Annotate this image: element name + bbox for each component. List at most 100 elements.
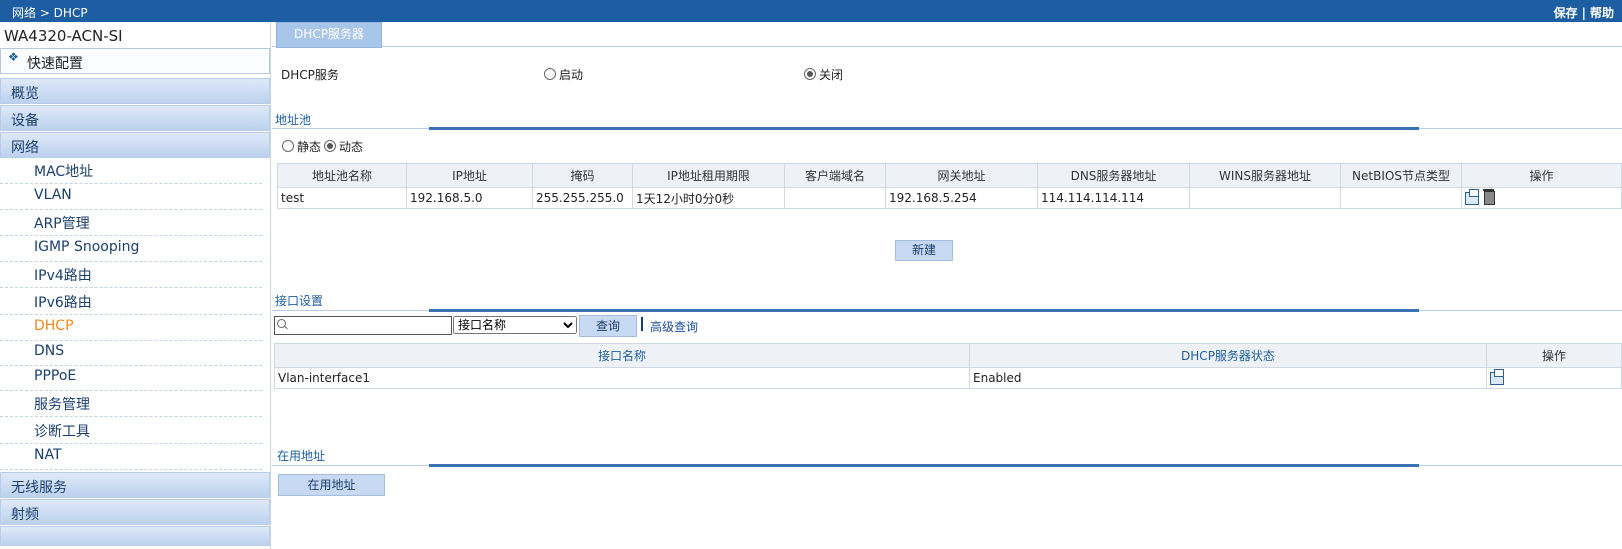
- pool-table-header: 地址池名称 IP地址 掩码 IP地址租用期限 客户端域名 网关地址 DNS服务器…: [277, 163, 1622, 188]
- sidebar-item-pppoe[interactable]: PPPoE: [0, 365, 262, 391]
- diamond-icon: ❖: [8, 50, 19, 64]
- quick-config-label: 快速配置: [27, 56, 83, 72]
- divider: [1419, 310, 1622, 311]
- sidebar-item-dns[interactable]: DNS: [0, 340, 262, 366]
- query-button[interactable]: 查询: [579, 315, 637, 337]
- save-link[interactable]: 保存: [1554, 6, 1578, 20]
- table-row: test 192.168.5.0 255.255.255.0 1天12小时0分0…: [277, 187, 1622, 209]
- col-header: IP地址: [406, 163, 533, 188]
- sidebar-section-radio[interactable]: 射频: [0, 499, 270, 525]
- cell: 192.168.5.254: [885, 187, 1038, 209]
- col-header: DHCP服务器状态: [969, 343, 1487, 368]
- section-label: 网络: [11, 140, 39, 156]
- quick-config-item[interactable]: ❖ 快速配置: [0, 48, 270, 74]
- cell: [1189, 187, 1341, 209]
- mode-static-option[interactable]: 静态: [282, 138, 321, 155]
- col-header: IP地址租用期限: [632, 163, 785, 188]
- radio-dynamic[interactable]: [324, 140, 336, 152]
- search-input[interactable]: [289, 317, 449, 332]
- sidebar: WA4320-ACN-SI ❖ 快速配置 概览 设备 网络 MAC地址 VLAN…: [0, 22, 271, 549]
- new-pool-button[interactable]: 新建: [895, 240, 953, 261]
- col-header: 操作: [1461, 163, 1622, 188]
- top-bar: 网络 > DHCP 保存 | 帮助: [0, 0, 1622, 22]
- tab-dhcp-server[interactable]: DHCP服务器: [276, 22, 382, 48]
- sidebar-item-service[interactable]: 服务管理: [0, 391, 262, 417]
- dhcp-service-label: DHCP服务: [281, 68, 339, 82]
- cell: Vlan-interface1: [274, 367, 970, 389]
- advanced-query-link[interactable]: 高级查询: [650, 318, 698, 335]
- sidebar-section-network[interactable]: 网络: [0, 132, 270, 158]
- col-header: 客户端域名: [784, 163, 886, 188]
- section-label: 概览: [11, 86, 39, 102]
- nav-label: 服务管理: [34, 397, 90, 413]
- search-box[interactable]: [274, 316, 452, 335]
- col-header: 操作: [1486, 343, 1622, 368]
- top-actions: 保存 | 帮助: [1553, 6, 1614, 20]
- sidebar-section-overview[interactable]: 概览: [0, 78, 270, 104]
- divider: [272, 465, 429, 466]
- filter-select[interactable]: 接口名称: [453, 316, 577, 334]
- cell: 114.114.114.114: [1037, 187, 1190, 209]
- pool-section-title: 地址池: [275, 113, 312, 127]
- sidebar-item-igmp[interactable]: IGMP Snooping: [0, 236, 262, 262]
- sidebar-item-vlan[interactable]: VLAN: [0, 184, 262, 210]
- radio-on-label: 启动: [559, 68, 584, 82]
- col-header: 网关地址: [885, 163, 1038, 188]
- iface-section-title: 接口设置: [275, 294, 324, 308]
- table-row: Vlan-interface1 Enabled: [274, 367, 1622, 389]
- device-name: WA4320-ACN-SI: [4, 27, 123, 45]
- actions-cell: [1461, 187, 1622, 209]
- dynamic-label: 动态: [339, 140, 364, 154]
- sidebar-item-arp[interactable]: ARP管理: [0, 210, 262, 236]
- sidebar-item-mac[interactable]: MAC地址: [0, 158, 262, 184]
- cell: 1天12小时0分0秒: [632, 187, 785, 209]
- nav-label: DNS: [34, 343, 65, 359]
- sidebar-item-diag[interactable]: 诊断工具: [0, 418, 262, 444]
- inuse-section-title: 在用地址: [277, 449, 326, 463]
- nav-label: IGMP Snooping: [34, 239, 140, 255]
- main-panel: DHCP服务器 DHCP服务 启动 关闭 地址池 静态 动态 地址池名称 IP地…: [272, 22, 1622, 549]
- static-label: 静态: [297, 140, 322, 154]
- help-link[interactable]: 帮助: [1590, 6, 1614, 20]
- sidebar-section-device[interactable]: 设备: [0, 105, 270, 131]
- inuse-address-button[interactable]: 在用地址: [278, 474, 385, 496]
- col-header: NetBIOS节点类型: [1340, 163, 1462, 188]
- radio-static[interactable]: [282, 140, 294, 152]
- nav-label: IPv6路由: [34, 295, 92, 311]
- nav-label: NAT: [34, 447, 62, 463]
- col-header: 地址池名称: [277, 163, 407, 188]
- divider: [1419, 128, 1622, 129]
- iface-table-header: 接口名称 DHCP服务器状态 操作: [274, 343, 1622, 368]
- col-header: DNS服务器地址: [1037, 163, 1190, 188]
- cell: 192.168.5.0: [406, 187, 533, 209]
- cell: [1340, 187, 1462, 209]
- sidebar-section-more[interactable]: [0, 526, 270, 546]
- divider: [1419, 465, 1622, 466]
- col-header: 掩码: [532, 163, 633, 188]
- divider: [641, 317, 643, 331]
- sidebar-item-dhcp[interactable]: DHCP: [0, 315, 262, 341]
- mode-dynamic-option[interactable]: 动态: [324, 138, 363, 155]
- dhcp-on-option[interactable]: 启动: [544, 66, 583, 83]
- radio-off[interactable]: [804, 68, 816, 80]
- sidebar-item-ipv6[interactable]: IPv6路由: [0, 289, 262, 315]
- actions-cell: [1486, 367, 1622, 389]
- edit-icon[interactable]: [1490, 369, 1504, 385]
- radio-on[interactable]: [544, 68, 556, 80]
- section-label: 设备: [11, 113, 39, 129]
- divider: [272, 310, 429, 311]
- cell: 255.255.255.0: [532, 187, 633, 209]
- divider: [429, 309, 1419, 312]
- nav-label: IPv4路由: [34, 268, 92, 284]
- nav-label: ARP管理: [34, 216, 90, 232]
- sidebar-item-nat[interactable]: NAT: [0, 444, 262, 470]
- col-header: 接口名称: [274, 343, 970, 368]
- col-header: WINS服务器地址: [1189, 163, 1341, 188]
- dhcp-off-option[interactable]: 关闭: [804, 66, 843, 83]
- sidebar-section-wireless[interactable]: 无线服务: [0, 472, 270, 498]
- edit-icon[interactable]: [1465, 188, 1479, 205]
- delete-icon[interactable]: [1483, 189, 1495, 206]
- sidebar-item-ipv4[interactable]: IPv4路由: [0, 262, 262, 288]
- section-label: 无线服务: [11, 480, 67, 496]
- pool-table: 地址池名称 IP地址 掩码 IP地址租用期限 客户端域名 网关地址 DNS服务器…: [277, 163, 1622, 209]
